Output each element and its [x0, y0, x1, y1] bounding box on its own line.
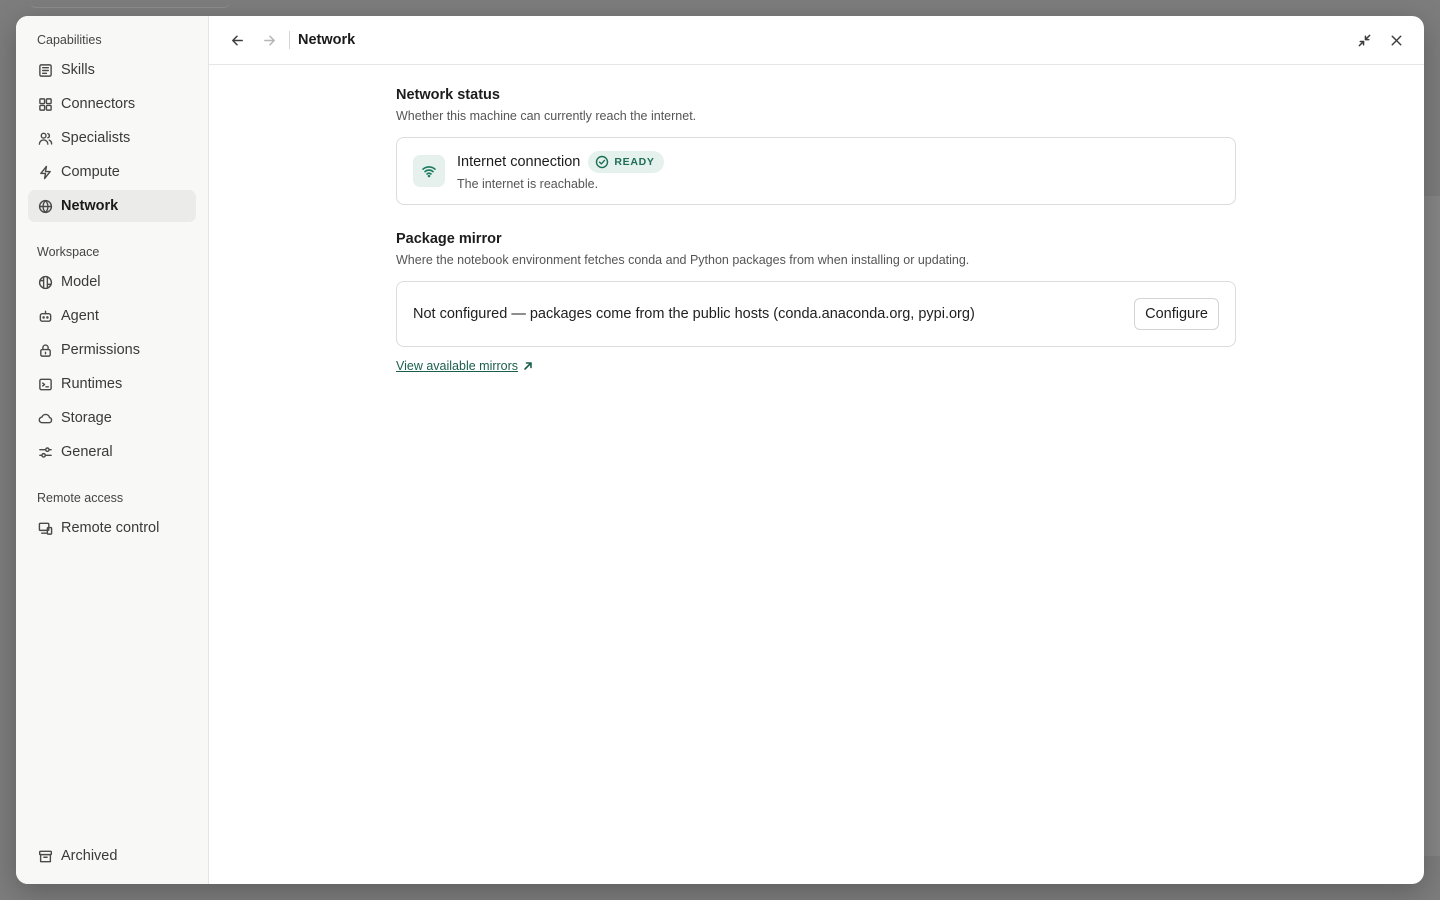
sidebar-item-model[interactable]: Model — [28, 266, 196, 298]
view-mirrors-link[interactable]: View available mirrors — [396, 359, 533, 373]
sidebar-item-label: Runtimes — [61, 376, 123, 392]
sidebar-item-label: Specialists — [61, 130, 131, 146]
remote-control-icon — [37, 520, 53, 536]
sidebar-item-label: Agent — [61, 308, 99, 324]
settings-modal: Capabilities Skills Connectors Specialis… — [16, 16, 1424, 884]
connection-title: Internet connection — [457, 154, 581, 170]
header-divider — [289, 31, 290, 49]
settings-sidebar: Capabilities Skills Connectors Specialis… — [16, 16, 209, 884]
model-icon — [37, 274, 53, 290]
wifi-icon — [413, 155, 445, 187]
terminal-icon — [37, 376, 53, 392]
lock-icon — [37, 342, 53, 358]
skills-icon — [37, 62, 53, 78]
section-label-capabilities: Capabilities — [37, 33, 102, 47]
sidebar-item-network[interactable]: Network — [28, 190, 196, 222]
sidebar-item-label: Network — [61, 198, 119, 214]
page-title: Network — [298, 32, 356, 48]
settings-content: Network status Whether this machine can … — [209, 65, 1236, 375]
sidebar-item-label: General — [61, 444, 113, 460]
sidebar-item-label: Model — [61, 274, 101, 290]
section-label-workspace: Workspace — [37, 245, 100, 259]
section-label-remote-access: Remote access — [37, 491, 124, 505]
connectors-icon — [37, 96, 53, 112]
sidebar-item-storage[interactable]: Storage — [28, 402, 196, 434]
minimize-icon[interactable] — [1350, 26, 1378, 54]
sliders-icon — [37, 444, 53, 460]
globe-icon — [37, 198, 53, 214]
sidebar-item-label: Remote control — [61, 520, 160, 536]
cloud-icon — [37, 410, 53, 426]
background-window-tab — [30, 0, 230, 8]
network-status-description: Whether this machine can currently reach… — [396, 109, 697, 123]
background-scrollbar — [1424, 196, 1440, 856]
configure-button[interactable]: Configure — [1134, 298, 1219, 330]
back-arrow-icon[interactable] — [223, 26, 251, 54]
package-mirror-heading: Package mirror — [396, 231, 502, 247]
sidebar-item-runtimes[interactable]: Runtimes — [28, 368, 196, 400]
network-status-heading: Network status — [396, 87, 500, 103]
status-badge: READY — [588, 151, 664, 173]
sidebar-item-label: Storage — [61, 410, 112, 426]
archive-icon — [37, 848, 53, 864]
sidebar-item-label: Connectors — [61, 96, 136, 112]
mirror-status-text: Not configured — packages come from the … — [413, 306, 975, 322]
sidebar-item-skills[interactable]: Skills — [28, 54, 196, 86]
internet-connection-card: Internet connection READY The internet i… — [396, 137, 1236, 205]
external-link-icon — [524, 362, 532, 370]
specialists-icon — [37, 130, 53, 146]
sidebar-item-label: Compute — [61, 164, 120, 180]
sidebar-item-general[interactable]: General — [28, 436, 196, 468]
sidebar-item-remote-control[interactable]: Remote control — [28, 512, 196, 544]
sidebar-item-permissions[interactable]: Permissions — [28, 334, 196, 366]
robot-icon — [37, 308, 53, 324]
forward-arrow-icon[interactable] — [255, 26, 283, 54]
connection-subtitle: The internet is reachable. — [457, 177, 599, 191]
close-icon[interactable] — [1382, 26, 1410, 54]
lightning-icon — [37, 164, 53, 180]
package-mirror-card: Not configured — packages come from the … — [396, 281, 1236, 347]
sidebar-item-archived[interactable]: Archived — [28, 840, 196, 872]
sidebar-item-label: Skills — [61, 62, 95, 78]
sidebar-item-label: Archived — [61, 848, 118, 864]
sidebar-item-compute[interactable]: Compute — [28, 156, 196, 188]
package-mirror-description: Where the notebook environment fetches c… — [396, 253, 970, 267]
settings-header: Network — [209, 16, 1424, 65]
sidebar-item-agent[interactable]: Agent — [28, 300, 196, 332]
check-circle-icon — [596, 155, 609, 169]
sidebar-item-label: Permissions — [61, 342, 140, 358]
settings-main: Network Network status Whether this mach… — [209, 16, 1424, 884]
sidebar-item-connectors[interactable]: Connectors — [28, 88, 196, 120]
sidebar-item-specialists[interactable]: Specialists — [28, 122, 196, 154]
